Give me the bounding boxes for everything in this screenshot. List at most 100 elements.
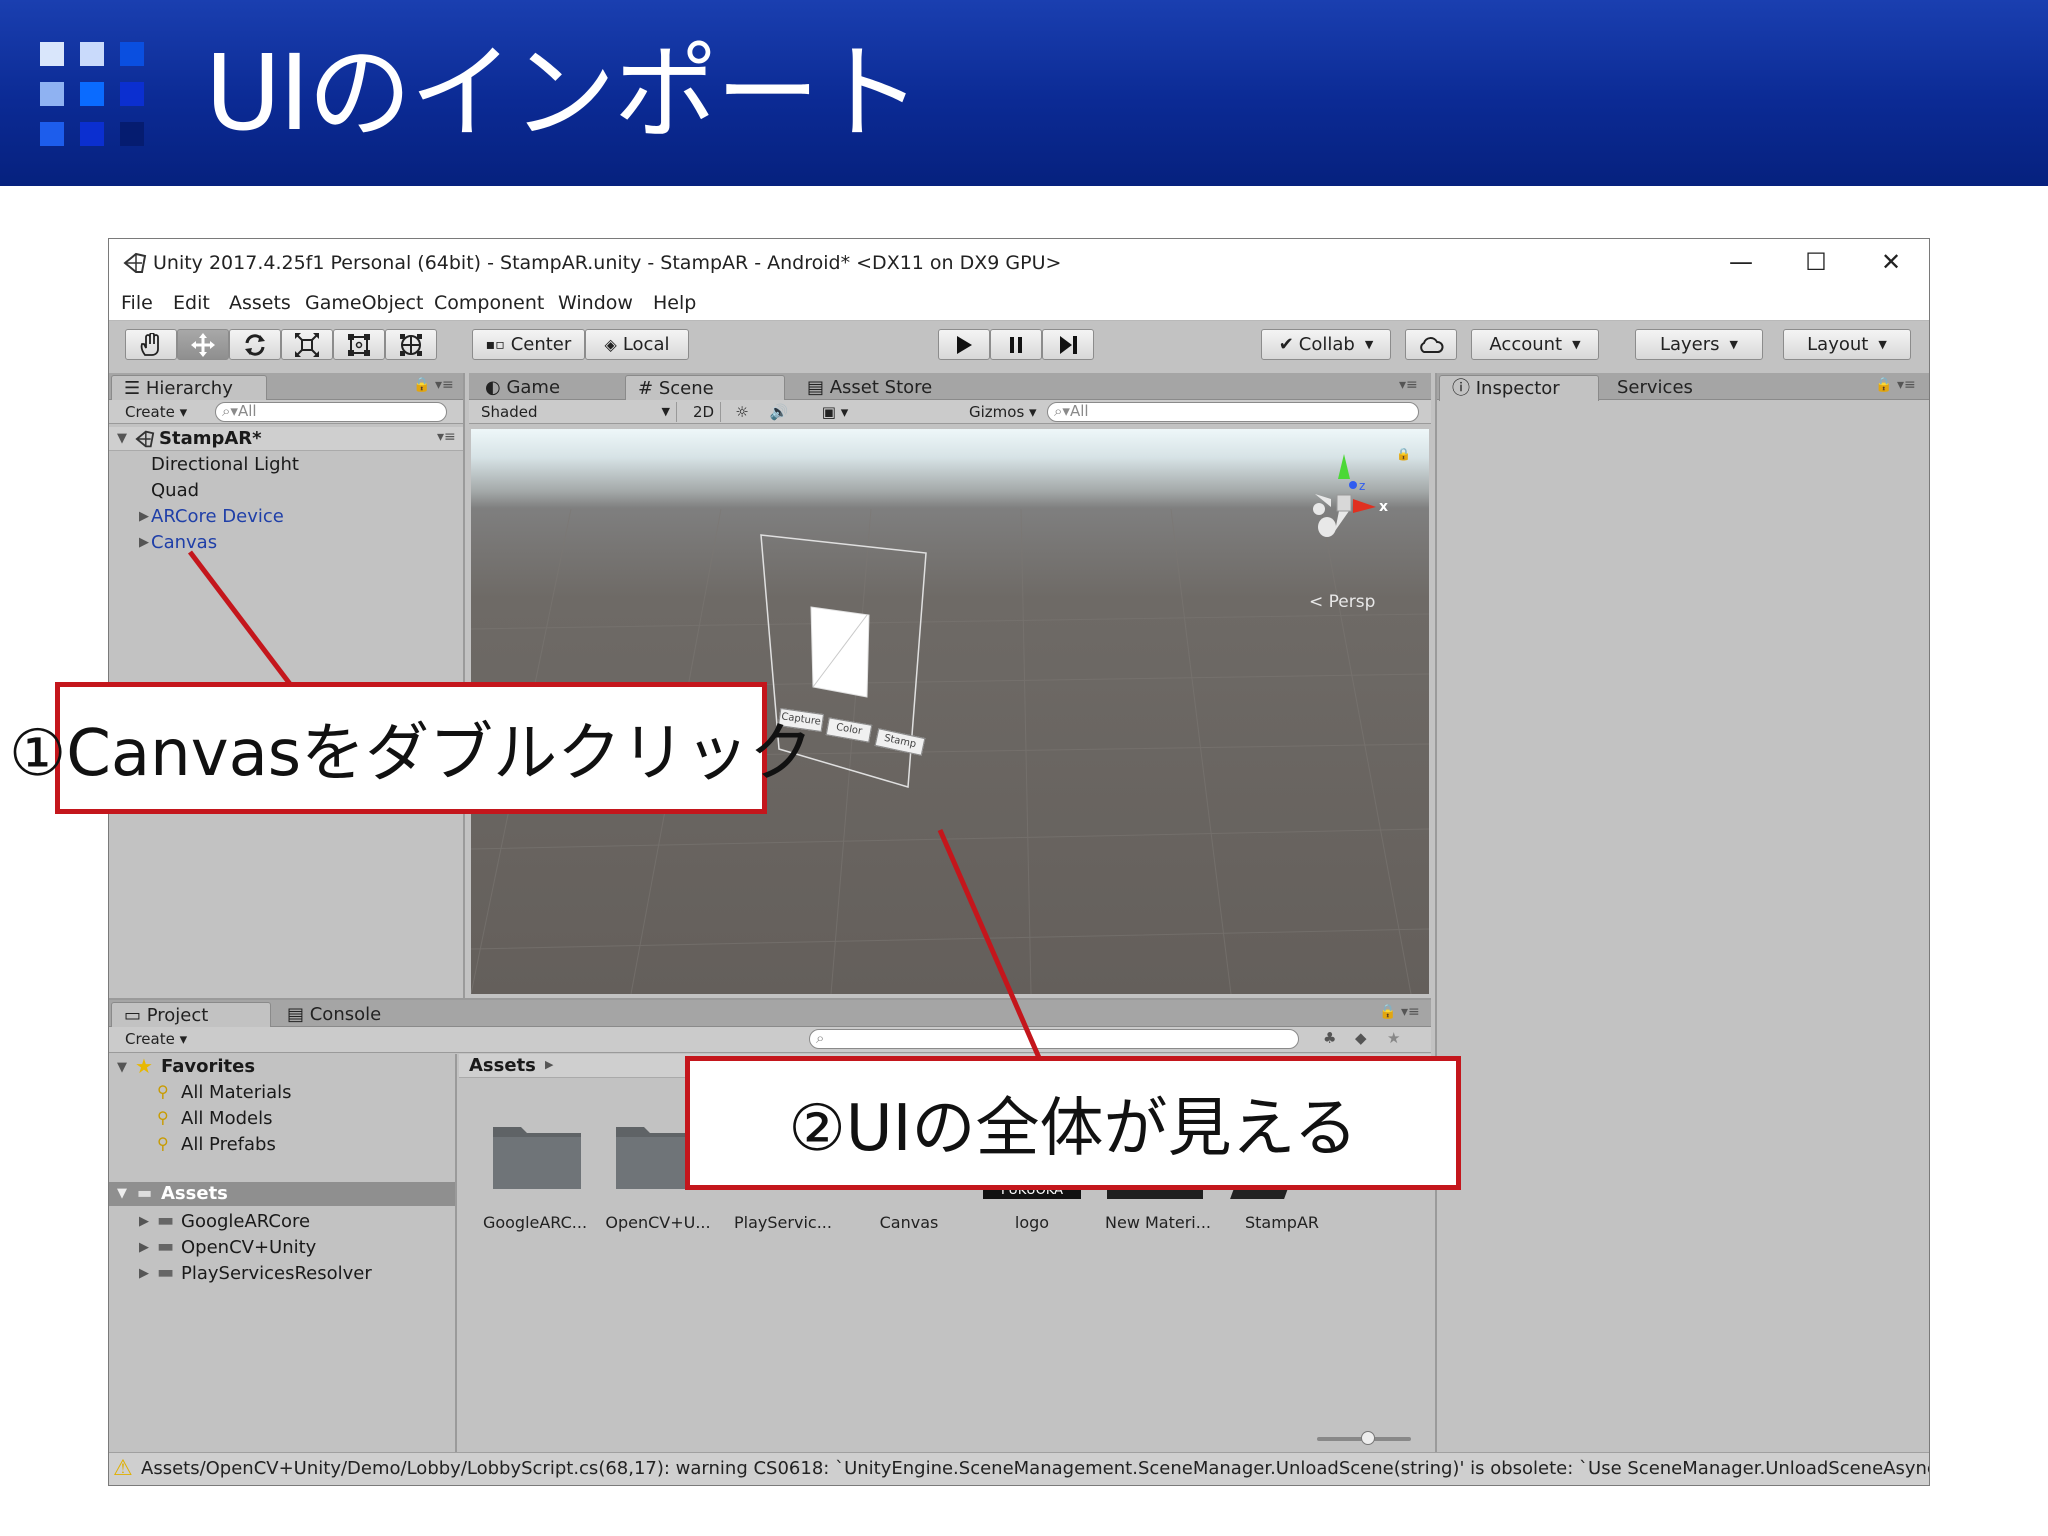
tab-game[interactable]: ◐ Game	[473, 375, 623, 401]
callout-first-text: ①Canvasをダブルクリック	[8, 717, 814, 791]
account-dropdown[interactable]: Account ▼	[1471, 329, 1599, 360]
hand-tool-button[interactable]	[125, 329, 177, 360]
layout-dropdown[interactable]: Layout ▼	[1783, 329, 1911, 360]
pivot-center-toggle[interactable]: ▪▫ Center	[472, 329, 585, 360]
persp-icon: <	[1309, 592, 1329, 612]
tab-console[interactable]: ▤ Console	[287, 1002, 381, 1028]
space-label: Local	[622, 334, 670, 355]
panel-menu-icon[interactable]: ▾≡	[1399, 377, 1418, 393]
tab-inspector[interactable]: ⓘ Inspector	[1439, 375, 1599, 401]
rect-tool-button[interactable]	[333, 329, 385, 360]
play-button[interactable]	[938, 329, 990, 360]
filter-type-icon[interactable]: ♣	[1323, 1029, 1336, 1047]
hierarchy-item-arcore-device[interactable]: ARCore Device	[151, 506, 284, 527]
scale-tool-button[interactable]	[281, 329, 333, 360]
maximize-button[interactable]: ☐	[1791, 247, 1841, 277]
menu-assets[interactable]: Assets	[229, 292, 291, 314]
menu-gameobject[interactable]: GameObject	[305, 292, 423, 314]
asset-label-new-material[interactable]: New Materi...	[1103, 1213, 1213, 1232]
lock-icon[interactable]: 🔒	[413, 377, 430, 393]
asset-label-stampar[interactable]: StampAR	[1227, 1213, 1337, 1232]
tag-icon[interactable]: ◆	[1355, 1029, 1367, 1047]
zoom-slider-handle[interactable]	[1361, 1431, 1375, 1445]
audio-toggle[interactable]: 🔊	[761, 402, 797, 422]
expand-triangle-icon[interactable]: ▶	[139, 1240, 149, 1255]
tab-hierarchy[interactable]: ☰ Hierarchy	[111, 375, 267, 401]
menu-edit[interactable]: Edit	[173, 292, 210, 314]
menu-help[interactable]: Help	[653, 292, 696, 314]
cloud-icon	[1420, 336, 1444, 353]
scene-menu-icon[interactable]: ▾≡	[437, 429, 456, 445]
asset-label-googlearcore[interactable]: GoogleARC...	[480, 1213, 590, 1232]
asset-label-canvas[interactable]: Canvas	[854, 1213, 964, 1232]
menu-file[interactable]: File	[121, 292, 153, 314]
lock-icon[interactable]: 🔒	[1875, 377, 1892, 393]
scene-search-input[interactable]: ⌕▾All	[1047, 402, 1419, 422]
scene-root-row[interactable]: ▼ StampAR* ▾≡	[109, 427, 463, 451]
favorite-all-models[interactable]: All Models	[181, 1108, 272, 1129]
transform-tool-button[interactable]	[385, 329, 437, 360]
tab-scene[interactable]: # Scene	[625, 375, 785, 401]
asset-label-playservices[interactable]: PlayServic...	[728, 1213, 838, 1232]
expand-triangle-icon[interactable]: ▼	[117, 1186, 127, 1201]
logo-square	[80, 122, 104, 146]
asset-label-logo[interactable]: logo	[977, 1213, 1087, 1232]
hierarchy-item-directional-light[interactable]: Directional Light	[151, 454, 299, 475]
asset-thumb-googlearcore[interactable]	[491, 1119, 583, 1191]
expand-triangle-icon[interactable]: ▶	[139, 535, 149, 550]
favorites-label[interactable]: Favorites	[161, 1056, 255, 1077]
shading-label: Shaded	[481, 403, 538, 421]
folder-opencv-unity[interactable]: OpenCV+Unity	[181, 1237, 316, 1258]
collab-dropdown[interactable]: ✔ Collab ▼	[1261, 329, 1391, 360]
assets-root-row[interactable]: ▼ ▬ Assets	[109, 1182, 455, 1206]
minimize-button[interactable]: —	[1716, 247, 1766, 277]
lighting-toggle[interactable]: ☼	[727, 402, 757, 422]
menu-component[interactable]: Component	[434, 292, 544, 314]
panel-menu-icon[interactable]: ▾≡	[435, 377, 454, 393]
folder-playservicesresolver[interactable]: PlayServicesResolver	[181, 1263, 372, 1284]
tab-project[interactable]: ▭ Project	[111, 1002, 271, 1028]
mode-2d-toggle[interactable]: 2D	[687, 402, 721, 422]
expand-triangle-icon[interactable]: ▼	[117, 431, 127, 446]
breadcrumb-assets[interactable]: Assets	[469, 1055, 536, 1076]
step-button[interactable]	[1042, 329, 1094, 360]
expand-triangle-icon[interactable]: ▶	[139, 509, 149, 524]
favorite-all-materials[interactable]: All Materials	[181, 1082, 292, 1103]
hierarchy-item-quad[interactable]: Quad	[151, 480, 199, 501]
shading-mode-dropdown[interactable]: Shaded ▼	[481, 402, 677, 422]
panel-menu-icon[interactable]: ▾≡	[1897, 377, 1916, 393]
project-search-input[interactable]: ⌕	[809, 1029, 1299, 1049]
expand-triangle-icon[interactable]: ▶	[139, 1214, 149, 1229]
pivot-local-toggle[interactable]: ◈ Local	[585, 329, 689, 360]
project-create-label: Create	[125, 1030, 175, 1048]
asset-label-opencv[interactable]: OpenCV+U...	[603, 1213, 713, 1232]
project-create-button[interactable]: Create ▾	[125, 1029, 187, 1049]
hierarchy-search-input[interactable]: ⌕▾All	[215, 402, 447, 422]
tab-asset-store[interactable]: ▤ Asset Store	[795, 375, 995, 401]
move-tool-button[interactable]	[177, 329, 229, 360]
persp-label[interactable]: < Persp	[1309, 592, 1375, 612]
pause-button[interactable]	[990, 329, 1042, 360]
expand-triangle-icon[interactable]: ▼	[117, 1060, 127, 1075]
folder-googlearcore[interactable]: GoogleARCore	[181, 1211, 310, 1232]
hierarchy-item-canvas[interactable]: Canvas	[151, 532, 217, 553]
tab-services[interactable]: Services	[1605, 375, 1735, 401]
folder-icon: ▬	[157, 1210, 175, 1231]
expand-triangle-icon[interactable]: ▶	[139, 1266, 149, 1281]
zoom-slider[interactable]	[1317, 1431, 1411, 1445]
lock-icon[interactable]: 🔒	[1379, 1004, 1396, 1020]
menu-window[interactable]: Window	[558, 292, 633, 314]
panel-menu-icon[interactable]: ▾≡	[1401, 1004, 1420, 1020]
favorite-all-prefabs[interactable]: All Prefabs	[181, 1134, 276, 1155]
hierarchy-create-button[interactable]: Create ▾	[125, 402, 187, 422]
effects-dropdown[interactable]: ▣ ▾	[807, 402, 863, 422]
rotate-tool-button[interactable]	[229, 329, 281, 360]
status-bar[interactable]: ⚠ Assets/OpenCV+Unity/Demo/Lobby/LobbySc…	[109, 1452, 1929, 1485]
star-icon[interactable]: ★	[1387, 1029, 1400, 1047]
close-button[interactable]: ✕	[1866, 247, 1916, 277]
cloud-button[interactable]	[1405, 329, 1457, 360]
layers-dropdown[interactable]: Layers ▼	[1635, 329, 1763, 360]
lock-icon[interactable]: 🔒	[1396, 447, 1411, 461]
gizmos-dropdown[interactable]: Gizmos ▾	[969, 402, 1037, 422]
logo-square	[40, 122, 64, 146]
